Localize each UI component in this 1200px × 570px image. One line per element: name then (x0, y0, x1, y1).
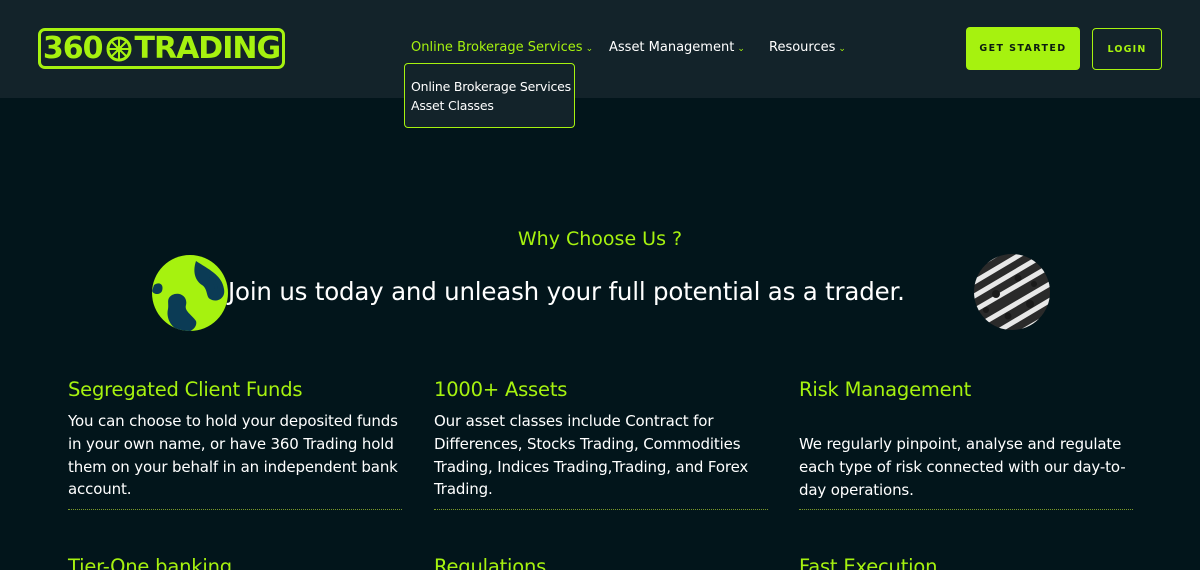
hero-tagline: Join us today and unleash your full pote… (228, 277, 905, 306)
feature-segregated-funds: Segregated Client Funds You can choose t… (68, 378, 402, 510)
feature-divider (68, 509, 402, 510)
feature-tier-one-banking: Tier-One banking (68, 555, 402, 570)
nav-item-asset-management[interactable]: Asset Management ⌄ (609, 40, 745, 55)
login-button[interactable]: LOGIN (1092, 28, 1162, 70)
crowd-photo (974, 254, 1050, 330)
dropdown-item-online-brokerage[interactable]: Online Brokerage Services (411, 77, 571, 96)
feature-fast-execution: Fast Execution (799, 555, 1133, 570)
nav-item-online-brokerage[interactable]: Online Brokerage Services ⌄ (411, 40, 593, 55)
brokerage-dropdown-menu: Online Brokerage Services Asset Classes (404, 63, 575, 128)
feature-title: Regulations (434, 555, 547, 570)
feature-divider (799, 509, 1133, 510)
chevron-down-icon: ⌄ (737, 44, 745, 54)
nav-item-label: Online Brokerage Services (411, 40, 583, 55)
chevron-down-icon: ⌄ (838, 44, 846, 54)
get-started-button[interactable]: GET STARTED (966, 27, 1080, 70)
feature-title: Fast Execution (799, 555, 938, 570)
feature-divider (434, 509, 768, 510)
dropdown-item-asset-classes[interactable]: Asset Classes (411, 96, 568, 115)
feature-assets: 1000+ Assets Our asset classes include C… (434, 378, 768, 510)
feature-title: Risk Management (799, 378, 972, 401)
section-eyebrow: Why Choose Us ? (517, 228, 683, 250)
nav-item-resources[interactable]: Resources ⌄ (769, 40, 846, 55)
feature-title: Tier-One banking (68, 555, 232, 570)
site-header: 360 TRADING Online Brokerage Services ⌄ A… (0, 0, 1200, 98)
feature-body: Our asset classes include Contract for D… (434, 412, 749, 499)
feature-regulations: Regulations (434, 555, 768, 570)
nav-item-label: Asset Management (609, 40, 735, 55)
feature-title: 1000+ Assets (434, 378, 568, 401)
nav-item-label: Resources (769, 40, 836, 55)
feature-body: You can choose to hold your deposited fu… (68, 412, 398, 499)
feature-title: Segregated Client Funds (68, 378, 303, 401)
feature-risk-management: Risk Management We regularly pinpoint, a… (799, 378, 1133, 510)
feature-body: We regularly pinpoint, analyse and regul… (799, 435, 1126, 499)
chevron-down-icon: ⌄ (585, 44, 594, 54)
globe-icon (152, 255, 228, 331)
